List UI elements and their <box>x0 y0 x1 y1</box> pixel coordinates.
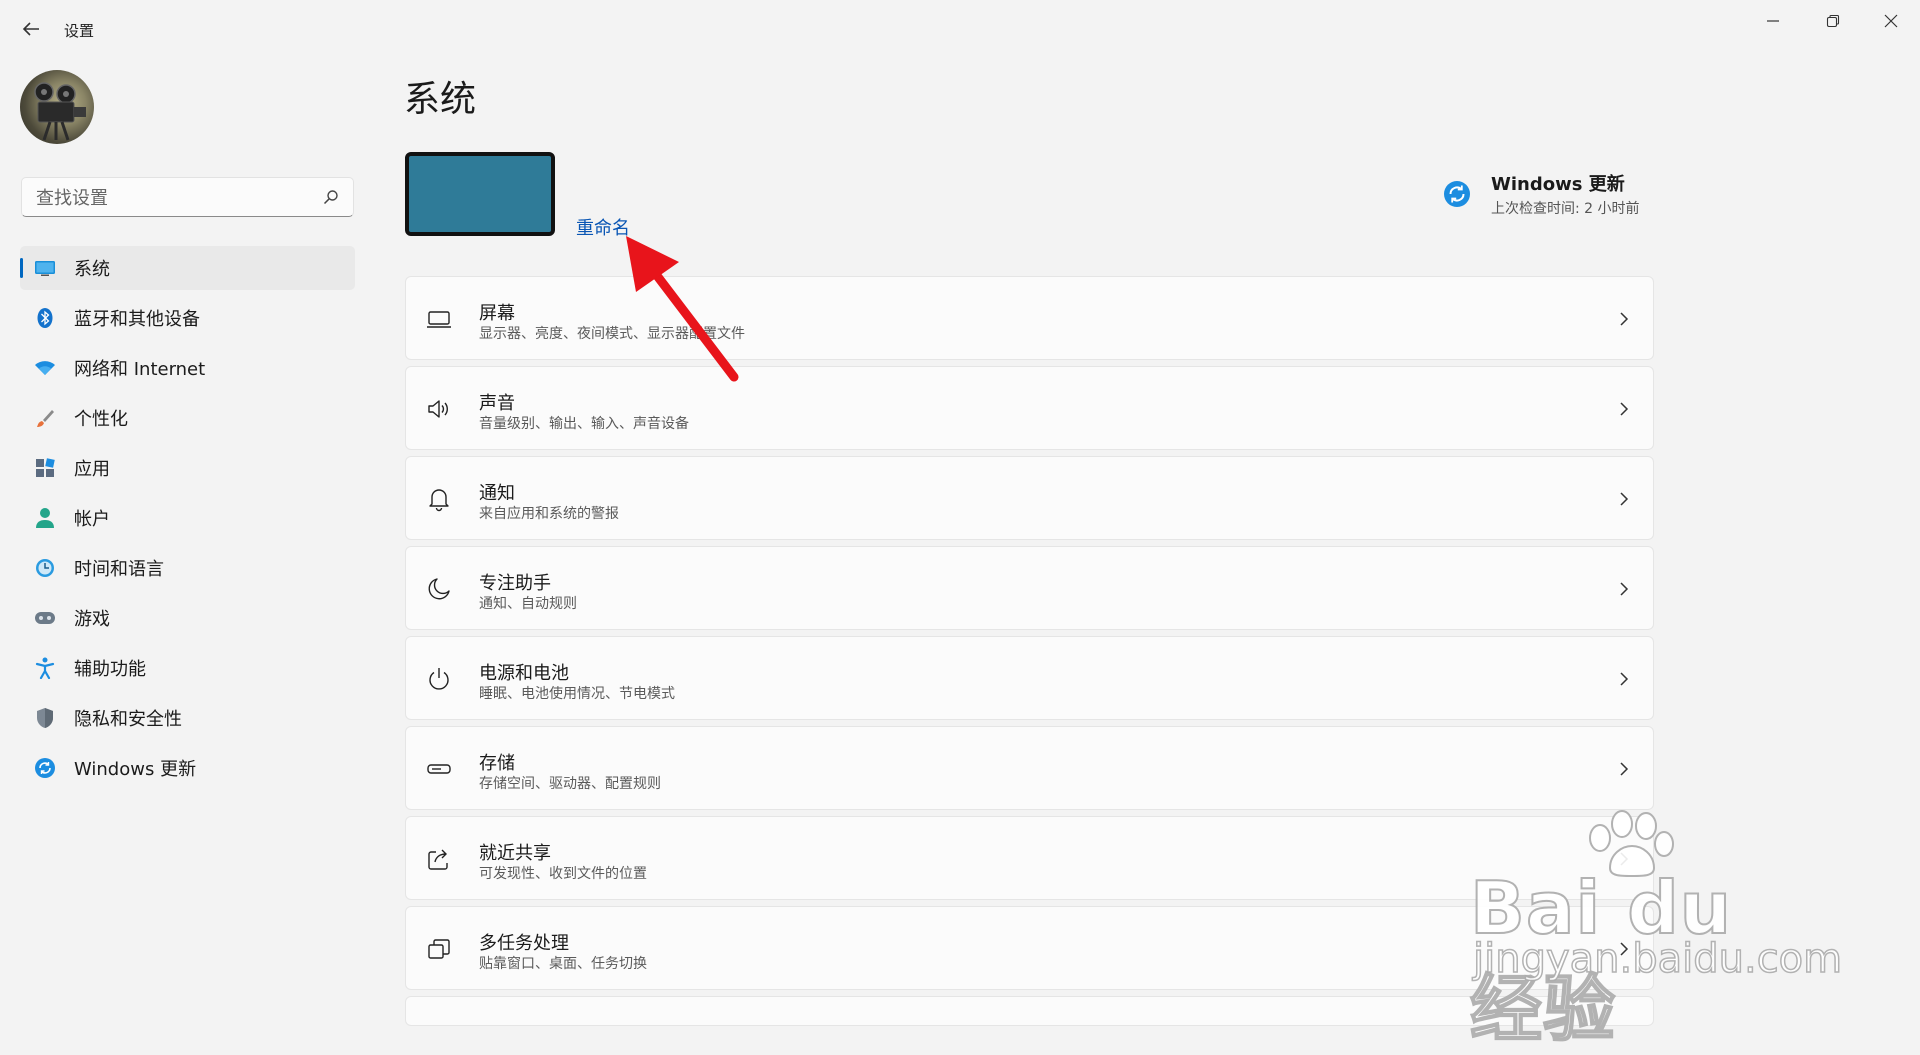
sidebar-item-label: 系统 <box>74 259 110 280</box>
share-icon <box>428 849 448 870</box>
bluetooth-icon <box>34 307 56 329</box>
search-box[interactable] <box>21 177 354 217</box>
card-subtitle: 贴靠窗口、桌面、任务切换 <box>479 956 647 972</box>
brush-icon <box>34 407 56 429</box>
sidebar-item-time-language[interactable]: 时间和语言 <box>20 546 355 590</box>
card-nearby-sharing[interactable]: 就近共享 可发现性、收到文件的位置 <box>405 816 1654 900</box>
sidebar-item-personalization[interactable]: 个性化 <box>20 396 355 440</box>
card-title: 屏幕 <box>479 303 515 324</box>
search-input[interactable] <box>34 186 318 210</box>
minimize-button[interactable] <box>1750 8 1796 34</box>
wifi-icon <box>34 357 56 379</box>
sidebar-item-network[interactable]: 网络和 Internet <box>20 346 355 390</box>
sidebar-item-label: Windows 更新 <box>74 759 197 780</box>
sidebar-item-accounts[interactable]: 帐户 <box>20 496 355 540</box>
sidebar-item-label: 辅助功能 <box>74 659 146 680</box>
shield-icon <box>34 707 56 729</box>
chevron-right-icon <box>1620 402 1629 416</box>
card-subtitle: 来自应用和系统的警报 <box>479 506 619 522</box>
card-subtitle: 存储空间、驱动器、配置规则 <box>479 776 661 792</box>
power-icon <box>429 668 449 690</box>
sidebar-item-bluetooth[interactable]: 蓝牙和其他设备 <box>20 296 355 340</box>
card-storage[interactable]: 存储 存储空间、驱动器、配置规则 <box>405 726 1654 810</box>
device-thumbnail <box>405 152 555 236</box>
close-button[interactable] <box>1868 8 1914 34</box>
sidebar-nav: 系统 蓝牙和其他设备 网络和 Internet 个性化 应用 帐户 时间和语言 … <box>20 246 355 796</box>
update-subtitle: 上次检查时间: 2 小时前 <box>1491 201 1640 217</box>
user-avatar[interactable] <box>20 70 94 144</box>
card-title: 多任务处理 <box>479 933 569 954</box>
card-next-partial[interactable] <box>405 996 1654 1026</box>
card-notifications[interactable]: 通知 来自应用和系统的警报 <box>405 456 1654 540</box>
sidebar-item-gaming[interactable]: 游戏 <box>20 596 355 640</box>
time-language-icon <box>34 557 56 579</box>
chevron-right-icon <box>1620 492 1629 506</box>
storage-icon <box>427 764 451 774</box>
card-display[interactable]: 屏幕 显示器、亮度、夜间模式、显示器配置文件 <box>405 276 1654 360</box>
update-title: Windows 更新 <box>1491 174 1625 195</box>
moon-icon <box>428 578 450 600</box>
search-icon[interactable] <box>323 189 339 205</box>
sidebar-item-label: 帐户 <box>74 509 110 530</box>
page-title: 系统 <box>404 79 477 120</box>
chevron-right-icon <box>1620 582 1629 596</box>
card-focus-assist[interactable]: 专注助手 通知、自动规则 <box>405 546 1654 630</box>
sidebar-item-label: 网络和 Internet <box>74 359 206 380</box>
card-title: 通知 <box>479 483 515 504</box>
arrow-left-icon <box>22 22 39 36</box>
card-subtitle: 可发现性、收到文件的位置 <box>479 866 647 882</box>
sidebar-item-label: 应用 <box>74 459 110 480</box>
card-title: 就近共享 <box>479 843 551 864</box>
chevron-right-icon <box>1620 942 1629 956</box>
windows-update-icon <box>1444 181 1470 207</box>
apps-icon <box>34 457 56 479</box>
card-power-battery[interactable]: 电源和电池 睡眠、电池使用情况、节电模式 <box>405 636 1654 720</box>
sidebar-item-system[interactable]: 系统 <box>20 246 355 290</box>
back-button[interactable] <box>20 18 42 40</box>
sidebar-item-label: 时间和语言 <box>74 559 164 580</box>
card-sound[interactable]: 声音 音量级别、输出、输入、声音设备 <box>405 366 1654 450</box>
minimize-icon <box>1767 20 1779 22</box>
close-icon <box>1884 14 1898 28</box>
restore-button[interactable] <box>1810 8 1856 34</box>
display-icon <box>427 311 451 328</box>
account-icon <box>34 507 56 529</box>
card-title: 专注助手 <box>479 573 551 594</box>
sidebar-item-windows-update[interactable]: Windows 更新 <box>20 746 355 790</box>
settings-card-list: 屏幕 显示器、亮度、夜间模式、显示器配置文件 声音 音量级别、输出、输入、声音设… <box>405 276 1654 1026</box>
chevron-right-icon <box>1620 762 1629 776</box>
sidebar-item-privacy[interactable]: 隐私和安全性 <box>20 696 355 740</box>
chevron-right-icon <box>1620 312 1629 326</box>
sidebar-item-label: 蓝牙和其他设备 <box>74 309 200 330</box>
windows-update-icon <box>34 757 56 779</box>
camera-photo-icon <box>34 82 86 141</box>
bell-icon <box>429 489 449 512</box>
title-bar: 设置 <box>0 0 1920 60</box>
sidebar-item-label: 个性化 <box>74 409 128 430</box>
sidebar-item-apps[interactable]: 应用 <box>20 446 355 490</box>
rename-link[interactable]: 重命名 <box>576 214 630 240</box>
card-title: 存储 <box>479 753 515 774</box>
card-multitasking[interactable]: 多任务处理 贴靠窗口、桌面、任务切换 <box>405 906 1654 990</box>
card-subtitle: 显示器、亮度、夜间模式、显示器配置文件 <box>479 326 745 342</box>
restore-icon <box>1826 14 1840 28</box>
sidebar-item-accessibility[interactable]: 辅助功能 <box>20 646 355 690</box>
chevron-right-icon <box>1620 672 1629 686</box>
sidebar-item-label: 隐私和安全性 <box>74 709 182 730</box>
card-title: 声音 <box>479 393 515 414</box>
chevron-right-icon <box>1620 852 1629 866</box>
card-subtitle: 通知、自动规则 <box>479 596 577 612</box>
gamepad-icon <box>34 607 56 629</box>
speaker-icon <box>428 400 448 418</box>
card-subtitle: 睡眠、电池使用情况、节电模式 <box>479 686 675 702</box>
card-subtitle: 音量级别、输出、输入、声音设备 <box>479 416 689 432</box>
accessibility-icon <box>34 657 56 679</box>
card-title: 电源和电池 <box>479 663 569 684</box>
windows-update-status[interactable]: Windows 更新 上次检查时间: 2 小时前 <box>1443 170 1663 230</box>
app-title: 设置 <box>64 22 95 40</box>
sidebar-item-label: 游戏 <box>74 609 110 630</box>
multitask-icon <box>428 939 450 959</box>
system-icon <box>34 257 56 279</box>
